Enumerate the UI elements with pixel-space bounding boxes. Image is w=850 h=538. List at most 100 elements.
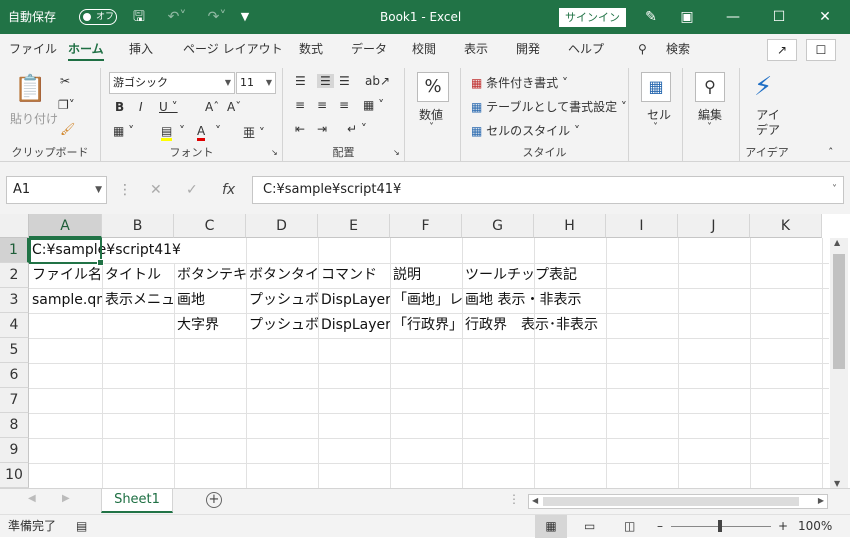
cells-button[interactable]: セル [647, 106, 671, 123]
fill-dropdown-icon[interactable]: ˅ [179, 124, 185, 138]
cell-b2[interactable]: タイトル [102, 263, 174, 288]
borders-icon[interactable]: ▦ ˅ [113, 124, 134, 138]
scroll-down-icon[interactable]: ▼ [834, 479, 840, 488]
column-header-e[interactable]: E [318, 214, 390, 238]
column-header-b[interactable]: B [102, 214, 174, 238]
horizontal-scrollbar[interactable]: ◀ ▶ [528, 494, 828, 509]
row-header-6[interactable]: 6 [0, 363, 29, 388]
zoom-level[interactable]: 100% [798, 515, 832, 538]
lightning-icon[interactable]: ⚡ [754, 72, 772, 102]
column-header-g[interactable]: G [462, 214, 534, 238]
tab-formulas[interactable]: 数式 [299, 34, 323, 64]
cell-f4[interactable]: 「行政界」 [390, 313, 462, 338]
row-header-9[interactable]: 9 [0, 438, 29, 463]
align-middle-icon[interactable]: ☰ [317, 74, 334, 88]
search-icon[interactable]: ⚲ [638, 34, 647, 64]
font-name-combo[interactable]: 游ゴシック ▼ [109, 72, 235, 94]
format-painter-icon[interactable]: 🖌 [60, 122, 75, 136]
column-header-a[interactable]: A [29, 214, 102, 238]
macro-record-icon[interactable]: ▤ [76, 515, 87, 538]
undo-icon[interactable]: ↶˅ [160, 0, 194, 34]
tab-home[interactable]: ホーム [68, 34, 104, 64]
italic-icon[interactable]: I [139, 100, 143, 114]
row-header-10[interactable]: 10 [0, 463, 29, 488]
active-cell-selection[interactable] [29, 238, 104, 266]
align-left-icon[interactable]: ≡ [295, 98, 305, 112]
row-header-5[interactable]: 5 [0, 338, 29, 363]
column-header-j[interactable]: J [678, 214, 750, 238]
cell-d3[interactable]: プッシュボタン [246, 288, 318, 313]
cell-d2[interactable]: ボタンタイプ [246, 263, 318, 288]
align-top-icon[interactable]: ☰ [295, 74, 306, 88]
page-layout-view-icon[interactable]: ▭ [584, 515, 595, 538]
row-header-8[interactable]: 8 [0, 413, 29, 438]
orientation-icon[interactable]: ab↗ [365, 74, 390, 88]
phonetic-icon[interactable]: 亜 ˅ [243, 124, 265, 141]
cell-b3[interactable]: 表示メニュー [102, 288, 174, 313]
font-color-icon[interactable]: A [197, 124, 206, 141]
wrap-text-icon[interactable]: ↵ ˅ [347, 122, 367, 136]
save-icon[interactable]: 🖫 [128, 0, 150, 34]
column-header-c[interactable]: C [174, 214, 246, 238]
cell-g3[interactable]: 画地 表示・非表示 [462, 288, 606, 313]
cancel-icon[interactable]: ✕ [150, 176, 162, 204]
cell-g2[interactable]: ツールチップ表記 [462, 263, 606, 288]
paste-label[interactable]: 貼り付け [10, 110, 58, 127]
minimize-icon[interactable]: — [720, 0, 746, 34]
scroll-right-icon[interactable]: ▶ [818, 496, 824, 505]
vertical-scroll-thumb[interactable] [833, 254, 845, 369]
cell-c2[interactable]: ボタンテキスト [174, 263, 246, 288]
sheet-tab-sheet1[interactable]: Sheet1 [101, 489, 173, 513]
formula-input[interactable]: C:¥sample¥script41¥ ˅ [252, 176, 844, 204]
search-label[interactable]: 検索 [666, 34, 690, 64]
redo-icon[interactable]: ↷˅ [200, 0, 234, 34]
column-header-d[interactable]: D [246, 214, 318, 238]
row-header-2[interactable]: 2 [0, 263, 29, 288]
cell-a2[interactable]: ファイル名 [29, 263, 102, 288]
insert-function-icon[interactable]: fx [222, 176, 235, 204]
tab-developer[interactable]: 開発 [516, 34, 540, 64]
cell-f2[interactable]: 説明 [390, 263, 462, 288]
find-icon[interactable]: ⚲ [695, 72, 725, 102]
chevron-down-icon[interactable]: ˅ [429, 122, 434, 133]
vertical-scrollbar[interactable]: ▲ ▼ [830, 238, 848, 488]
normal-view-icon[interactable]: ▦ [535, 515, 567, 538]
cell-g4[interactable]: 行政界 表示･非表示 [462, 313, 606, 338]
scroll-left-icon[interactable]: ◀ [532, 496, 538, 505]
align-center-icon[interactable]: ≡ [317, 98, 327, 112]
horizontal-scroll-thumb[interactable] [543, 497, 799, 506]
cell-c3[interactable]: 画地 [174, 288, 246, 313]
paste-icon[interactable]: 📋 [14, 74, 46, 104]
next-sheet-icon[interactable]: ▶ [62, 493, 70, 504]
row-header-4[interactable]: 4 [0, 313, 29, 338]
collapse-ribbon-icon[interactable]: ˆ [828, 146, 834, 159]
row-header-3[interactable]: 3 [0, 288, 29, 313]
tab-insert[interactable]: 挿入 [129, 34, 153, 64]
share-button[interactable]: ↗ [767, 39, 797, 61]
percent-icon[interactable]: % [417, 72, 449, 102]
scroll-up-icon[interactable]: ▲ [834, 238, 840, 247]
zoom-slider-handle[interactable] [718, 520, 722, 532]
bold-icon[interactable]: B [115, 100, 124, 114]
chevron-down-icon[interactable]: ˅ [653, 122, 658, 133]
select-all-corner[interactable] [0, 214, 29, 238]
cut-icon[interactable]: ✂ [60, 74, 70, 88]
cell-d4[interactable]: プッシュボタン [246, 313, 318, 338]
tab-review[interactable]: 校閲 [412, 34, 436, 64]
signin-button[interactable]: サインイン [559, 8, 626, 27]
add-sheet-icon[interactable]: + [206, 492, 222, 508]
font-size-combo[interactable]: 11 ▼ [236, 72, 276, 94]
grow-font-icon[interactable]: Aˆ [205, 100, 219, 114]
tab-help[interactable]: ヘルプ [568, 34, 604, 64]
font-color-dropdown-icon[interactable]: ˅ [215, 124, 221, 138]
cell-c4[interactable]: 大字界 [174, 313, 246, 338]
number-format-button[interactable]: 数値 [419, 106, 443, 123]
column-header-h[interactable]: H [534, 214, 606, 238]
page-break-view-icon[interactable]: ◫ [624, 515, 635, 538]
cell-styles-button[interactable]: ▦ セルのスタイル ˅ [471, 122, 580, 139]
tab-data[interactable]: データ [351, 34, 387, 64]
zoom-in-icon[interactable]: + [778, 515, 788, 538]
cell-e4[interactable]: DispLayer [318, 313, 390, 338]
ideas-button[interactable]: アイデア [756, 108, 780, 138]
autosave-toggle[interactable]: オフ [79, 9, 117, 25]
